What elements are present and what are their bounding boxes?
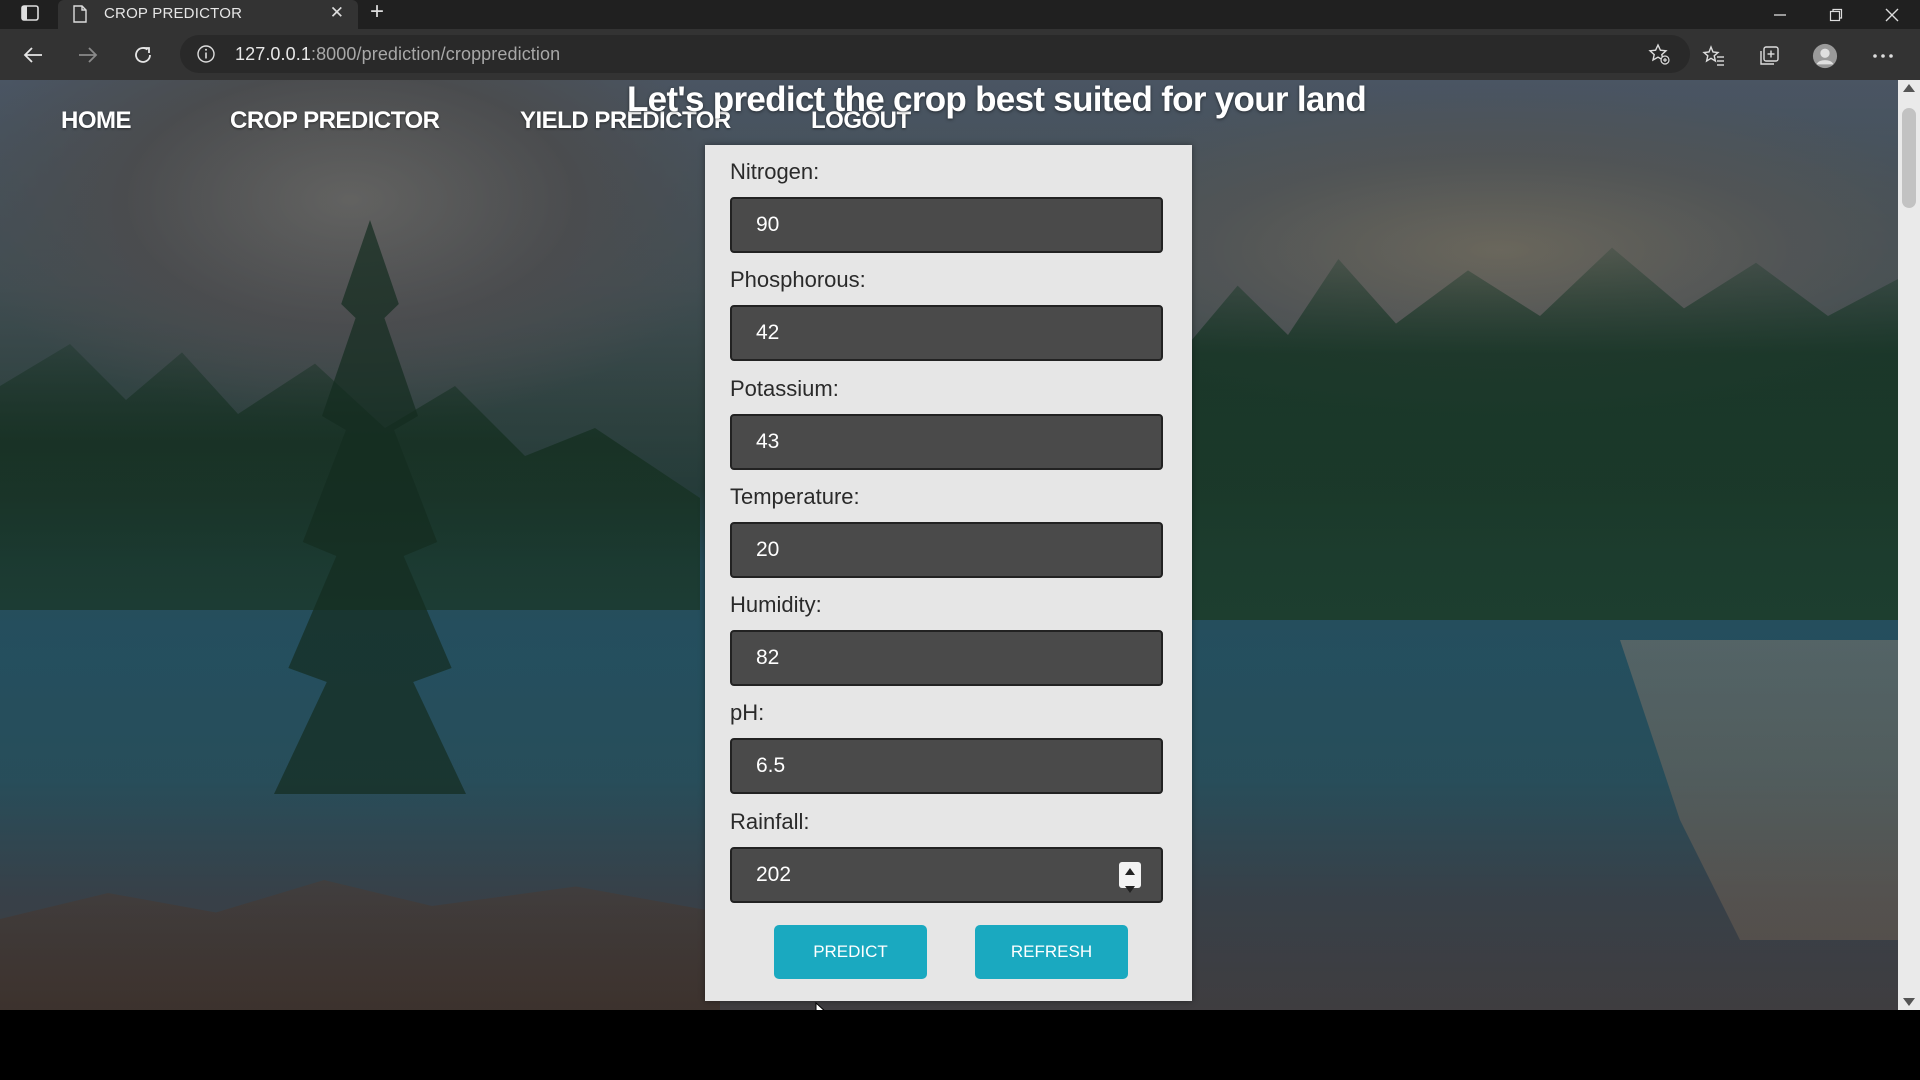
phosphorous-input[interactable]: [730, 305, 1163, 361]
spinner-down-icon[interactable]: [1125, 880, 1135, 898]
nitrogen-label: Nitrogen:: [730, 159, 820, 184]
potassium-input[interactable]: [730, 414, 1163, 470]
close-tab-icon[interactable]: ✕: [330, 3, 344, 23]
browser-tab[interactable]: CROP PREDICTOR ✕: [58, 0, 358, 29]
document-icon: [72, 5, 88, 23]
background-forest-right: [1180, 247, 1898, 620]
ph-input[interactable]: [730, 738, 1163, 794]
scroll-thumb[interactable]: [1902, 108, 1916, 208]
prediction-form-card: Nitrogen: Phosphorous: Potassium: Temper…: [705, 145, 1192, 1001]
mouse-cursor-icon: [815, 1001, 829, 1010]
nav-home[interactable]: HOME: [61, 107, 132, 135]
forward-arrow-icon[interactable]: [75, 42, 101, 68]
page-viewport: HOME CROP PREDICTOR YIELD PREDICTOR LOGO…: [0, 80, 1898, 1010]
refresh-icon[interactable]: [130, 42, 156, 68]
site-info-icon[interactable]: [196, 44, 216, 64]
temperature-input[interactable]: [730, 522, 1163, 578]
humidity-label: Humidity:: [730, 592, 822, 617]
tab-actions-icon[interactable]: [20, 3, 40, 23]
page-heading: Let's predict the crop best suited for y…: [627, 80, 1367, 119]
ph-label: pH:: [730, 700, 765, 725]
add-favorite-icon[interactable]: [1648, 43, 1670, 65]
background-shore: [1620, 640, 1898, 940]
more-options-icon[interactable]: [1870, 43, 1896, 69]
background-rocks: [0, 880, 720, 1010]
refresh-button[interactable]: REFRESH: [975, 925, 1128, 979]
url-text: 127.0.0.1:8000/prediction/cropprediction: [235, 44, 560, 65]
browser-tab-bar: CROP PREDICTOR ✕ +: [0, 0, 1920, 29]
phosphorous-label: Phosphorous:: [730, 267, 866, 292]
window-controls: [1752, 0, 1920, 29]
minimize-icon[interactable]: [1752, 0, 1808, 29]
number-spinner[interactable]: [1119, 862, 1141, 893]
page-scrollbar[interactable]: [1898, 80, 1920, 1010]
new-tab-icon[interactable]: +: [370, 0, 384, 24]
temperature-label: Temperature:: [730, 484, 860, 509]
favorites-icon[interactable]: [1701, 43, 1727, 69]
spinner-up-icon[interactable]: [1125, 862, 1135, 880]
browser-toolbar: 127.0.0.1:8000/prediction/cropprediction: [0, 29, 1920, 80]
potassium-label: Potassium:: [730, 376, 839, 401]
url-path: :8000/prediction/cropprediction: [310, 44, 561, 64]
close-window-icon[interactable]: [1864, 0, 1920, 29]
predict-button[interactable]: PREDICT: [774, 925, 927, 979]
rainfall-label: Rainfall:: [730, 809, 810, 834]
scroll-down-icon[interactable]: [1903, 998, 1915, 1006]
restore-icon[interactable]: [1808, 0, 1864, 29]
scroll-up-icon[interactable]: [1903, 84, 1915, 92]
humidity-input[interactable]: [730, 630, 1163, 686]
address-bar[interactable]: 127.0.0.1:8000/prediction/cropprediction: [180, 35, 1690, 73]
nitrogen-input[interactable]: [730, 197, 1163, 253]
back-arrow-icon[interactable]: [20, 42, 46, 68]
url-host: 127.0.0.1: [235, 44, 311, 64]
collections-icon[interactable]: [1756, 43, 1782, 69]
nav-crop-predictor[interactable]: CROP PREDICTOR: [230, 107, 440, 135]
profile-avatar-icon[interactable]: [1812, 43, 1838, 69]
rainfall-input[interactable]: [730, 847, 1163, 903]
tab-title: CROP PREDICTOR: [104, 5, 243, 22]
